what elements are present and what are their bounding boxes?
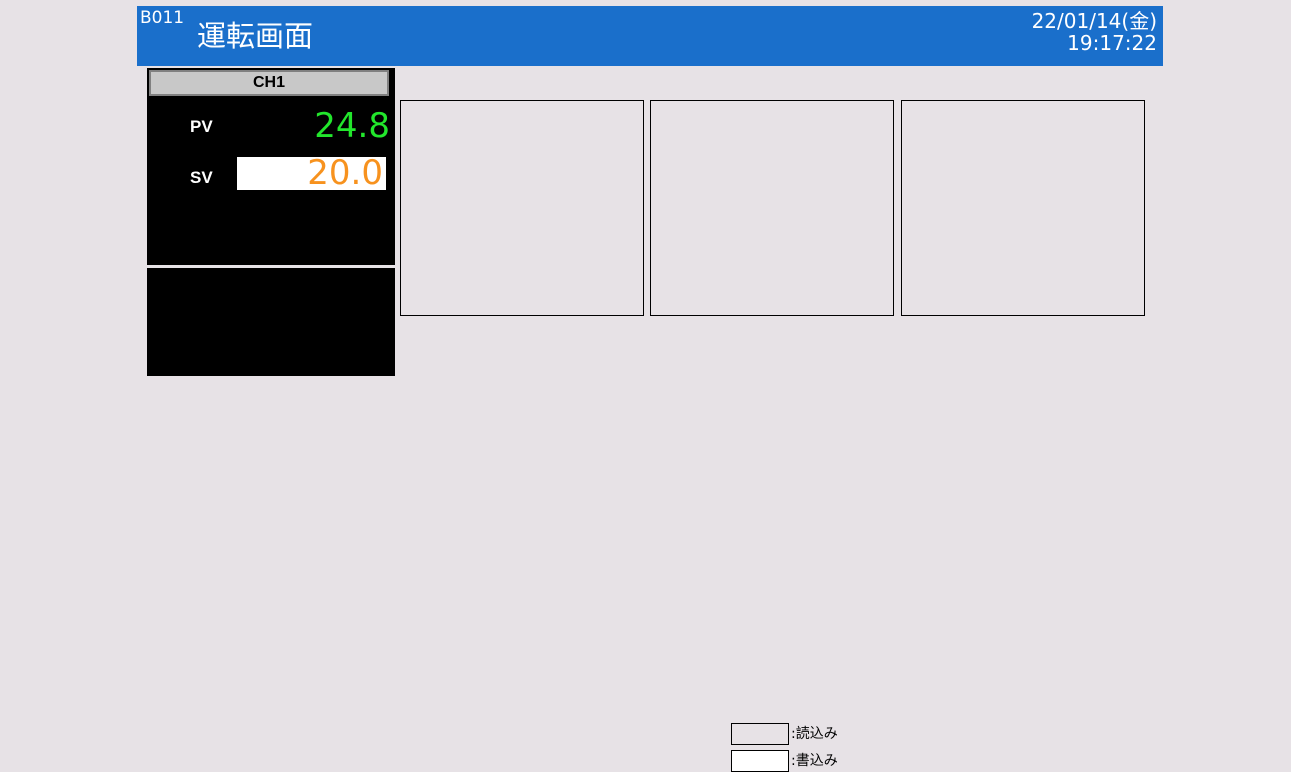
sv-value: 20.0: [307, 153, 383, 193]
sv-input[interactable]: 20.0: [237, 153, 386, 193]
channel-header[interactable]: CH1: [149, 70, 389, 96]
channel-slot-3[interactable]: [650, 100, 894, 316]
channel-panel[interactable]: CH1 PV 24.8 SV 20.0: [147, 68, 395, 376]
pv-label: PV: [190, 117, 213, 136]
clock: 22/01/14(金) 19:17:22: [1032, 10, 1157, 54]
screen-code: B011: [140, 8, 185, 28]
legend-read-swatch: [731, 723, 789, 745]
legend-read-label: :読込み: [791, 726, 838, 742]
pv-value: 24.8: [314, 106, 390, 146]
legend-write-label: :書込み: [791, 753, 838, 769]
panel-divider: [147, 265, 395, 268]
page-title: 運転画面: [197, 19, 314, 53]
channel-slot-4[interactable]: [901, 100, 1145, 316]
time-display: 19:17:22: [1067, 31, 1157, 55]
channel-slot-2[interactable]: [400, 100, 644, 316]
date-display: 22/01/14(金): [1031, 9, 1157, 33]
title-bar: B011 運転画面 22/01/14(金) 19:17:22: [137, 6, 1163, 66]
legend-write-swatch: [731, 750, 789, 772]
sv-label: SV: [190, 168, 213, 187]
